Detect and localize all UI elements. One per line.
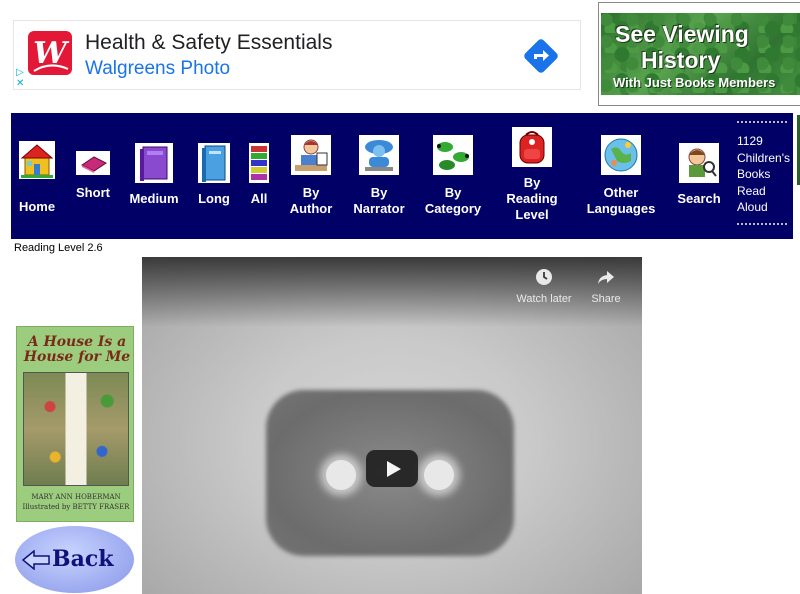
promo-line-2: History (641, 47, 721, 73)
short-book-icon (76, 151, 110, 175)
nav-by-category-label-1[interactable]: By (421, 185, 485, 201)
globe-icon (601, 135, 641, 175)
nav-long-label[interactable]: Long (197, 191, 231, 207)
arrow-left-icon (22, 550, 50, 570)
author-icon (291, 135, 331, 175)
house-icon (19, 141, 55, 179)
nav-by-author-label-1[interactable]: By (285, 185, 337, 201)
watch-later-label[interactable]: Watch later (514, 293, 574, 305)
book-count-line-3: Books (737, 167, 771, 181)
search-kid-icon (679, 143, 719, 183)
directions-arrow-icon[interactable] (522, 37, 560, 75)
nav-by-reading-level-label-2[interactable]: Reading (501, 191, 563, 207)
share-label[interactable]: Share (586, 293, 626, 305)
promo-line-1: See Viewing (615, 21, 749, 47)
narrator-icon (359, 135, 399, 175)
divider-bottom (737, 223, 787, 227)
reading-level: Reading Level 2.6 (14, 242, 103, 254)
nav-by-reading-level[interactable]: By Reading Level (501, 127, 563, 227)
video-player[interactable]: Watch later Share (142, 257, 642, 594)
video-thumbnail-dot-right (424, 460, 454, 490)
adchoices-icon[interactable]: ▷ ✕ (16, 67, 24, 89)
long-book-icon (198, 143, 230, 183)
ad-subtitle[interactable]: Walgreens Photo (85, 58, 230, 80)
promo-image[interactable]: See Viewing History With Just Books Memb… (601, 13, 800, 95)
nav-medium[interactable]: Medium (127, 143, 181, 206)
nav-other-languages-label-2[interactable]: Languages (583, 201, 659, 217)
backpack-icon (512, 127, 552, 167)
medium-book-icon (135, 143, 173, 183)
promo-banner[interactable]: See Viewing History With Just Books Memb… (598, 2, 800, 106)
watch-later-control[interactable]: Watch later (514, 267, 574, 305)
nav-by-reading-level-label-3[interactable]: Level (501, 207, 563, 223)
nav-search[interactable]: Search (675, 143, 723, 213)
nav-home-label[interactable]: Home (15, 199, 59, 215)
play-button[interactable] (366, 450, 418, 487)
nav-by-author-label-2[interactable]: Author (285, 201, 337, 217)
share-control[interactable]: Share (586, 267, 626, 305)
book-count: 1129 Children's Books Read Aloud (737, 133, 797, 216)
nav-home[interactable]: Home (15, 141, 59, 214)
video-thumbnail-dot-left (326, 460, 356, 490)
back-button[interactable]: Back (15, 526, 134, 593)
nav-by-category[interactable]: By Category (421, 135, 485, 217)
book-count-line-5: Aloud (737, 200, 768, 214)
category-icon (433, 135, 473, 175)
promo-line-3: With Just Books Members (613, 75, 776, 90)
book-cover-author: MARY ANN HOBERMAN Illustrated by BETTY F… (21, 492, 131, 512)
ad-banner[interactable]: W Health & Safety Essentials Walgreens P… (13, 20, 581, 90)
nav-search-label[interactable]: Search (675, 191, 723, 207)
nav-short[interactable]: Short (73, 151, 113, 201)
book-cover[interactable]: A House Is a House for Me MARY ANN HOBER… (16, 326, 134, 522)
nav-by-narrator[interactable]: By Narrator (351, 135, 407, 217)
share-icon (598, 271, 614, 284)
nav-all-label[interactable]: All (247, 191, 271, 207)
nav-by-narrator-label-2[interactable]: Narrator (351, 201, 407, 217)
book-cover-art (23, 372, 129, 486)
main-nav: Home Short Medium Long All By Author By … (11, 113, 793, 239)
book-author: MARY ANN HOBERMAN (31, 493, 121, 501)
nav-by-category-label-2[interactable]: Category (421, 201, 485, 217)
book-count-line-2: Children's (737, 150, 790, 165)
walgreens-logo: W (28, 31, 72, 75)
ad-title[interactable]: Health & Safety Essentials (85, 31, 332, 55)
nav-by-author[interactable]: By Author (285, 135, 337, 217)
nav-other-languages[interactable]: Other Languages (583, 135, 659, 217)
book-illustrator: Illustrated by BETTY FRASER (22, 503, 130, 511)
nav-long[interactable]: Long (197, 143, 231, 206)
book-count-line-4: Read (737, 183, 766, 198)
book-stack-icon (249, 143, 269, 183)
nav-by-narrator-label-1[interactable]: By (351, 185, 407, 201)
book-cover-title: A House Is a House for Me (23, 334, 131, 365)
nav-short-label[interactable]: Short (73, 185, 113, 201)
nav-all[interactable]: All (247, 143, 271, 206)
clock-icon (536, 269, 552, 285)
back-label[interactable]: Back (52, 546, 114, 572)
book-count-number: 1129 (737, 134, 763, 148)
nav-medium-label[interactable]: Medium (127, 191, 181, 207)
nav-other-languages-label-1[interactable]: Other (583, 185, 659, 201)
nav-by-reading-level-label-1[interactable]: By (501, 175, 563, 191)
divider-top (737, 121, 787, 125)
